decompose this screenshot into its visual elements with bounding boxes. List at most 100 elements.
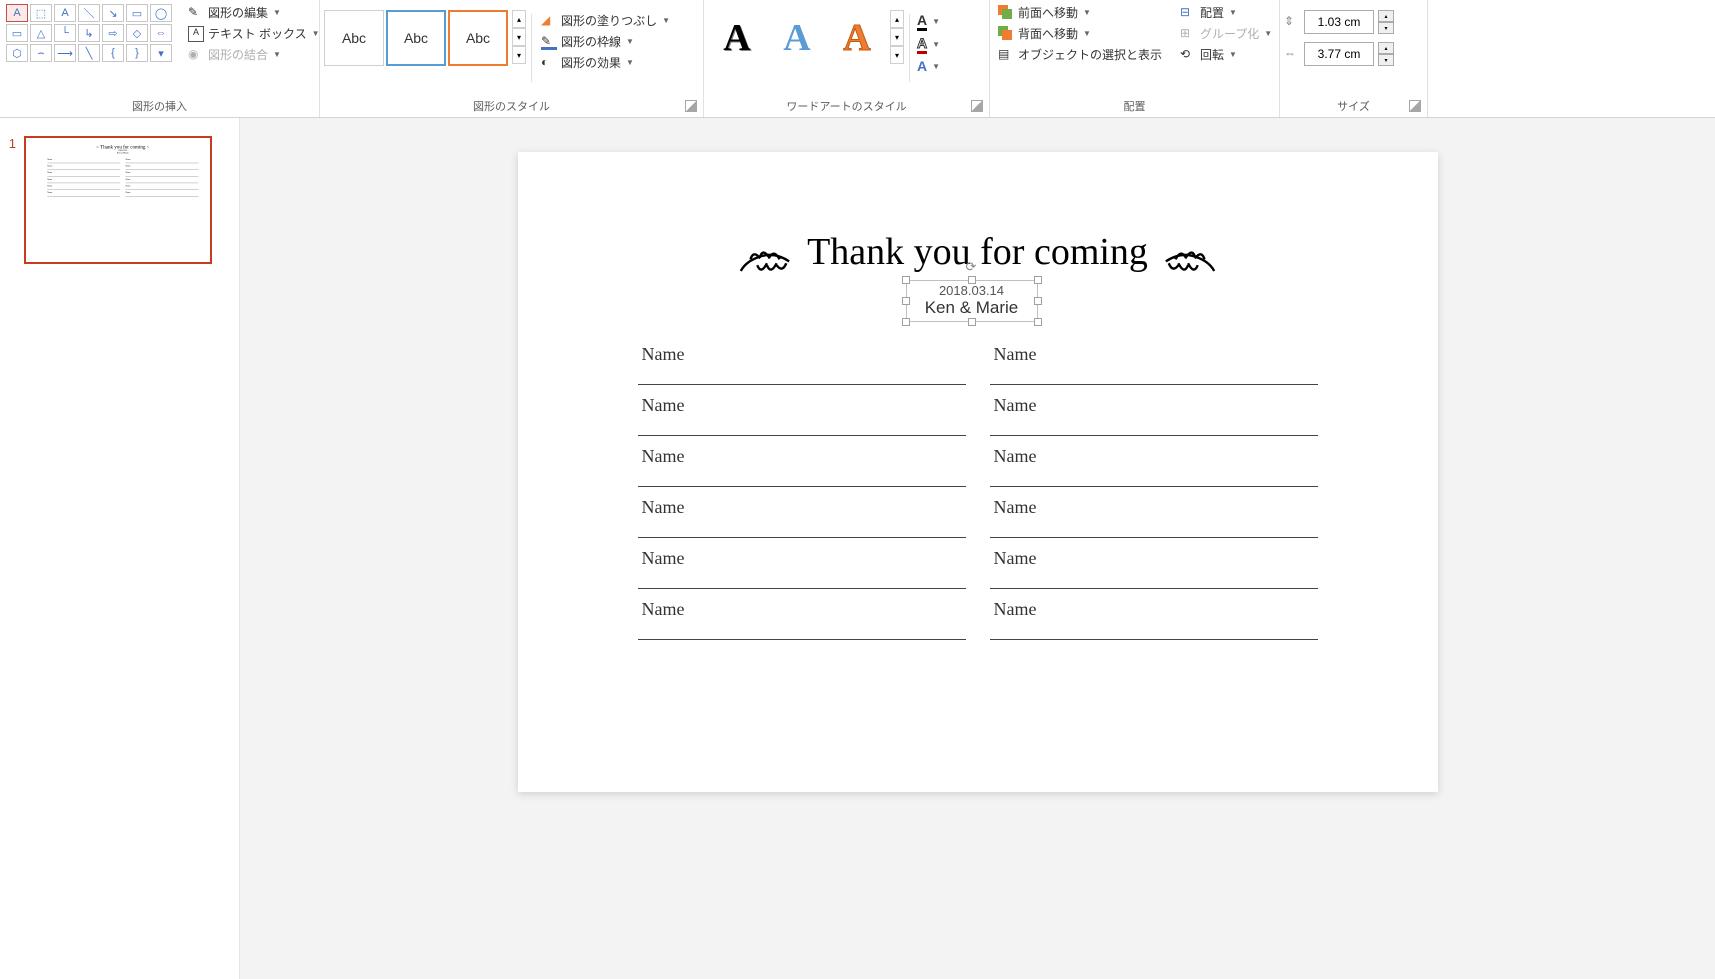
shape-outline-button[interactable]: ✎ 図形の枠線 ▼ [537, 31, 674, 52]
width-input[interactable] [1304, 42, 1374, 66]
group-button: ⊞ グループ化 ▼ [1176, 23, 1276, 44]
text-box-button[interactable]: A テキスト ボックス ▼ [184, 23, 324, 44]
gallery-up-button[interactable]: ▴ [512, 10, 526, 28]
chevron-down-icon: ▼ [932, 40, 940, 49]
shape-fill-button[interactable]: ◢ 図形の塗りつぶし ▼ [537, 10, 674, 31]
shape-rect2-icon[interactable]: ▭ [6, 24, 28, 42]
width-down-button[interactable]: ▾ [1378, 54, 1394, 66]
wordart-more-button[interactable]: ▾ [890, 46, 904, 64]
resize-handle-tl[interactable] [902, 276, 910, 284]
wordart-style-1[interactable]: A [708, 10, 766, 66]
signature-line [638, 365, 966, 385]
ribbon: A ⬚ A ＼ ↘ ▭ ◯ ▭ △ └ ↳ ⇨ ◇ ⇔ [0, 0, 1715, 118]
shape-oval-icon[interactable]: ◯ [150, 4, 172, 22]
name-label: Name [990, 446, 1318, 467]
merge-shapes-icon: ◉ [188, 47, 204, 63]
main-area: 1 ~ Thank you for coming ~ 2018.03.14 Ke… [0, 118, 1715, 979]
shape-style-2[interactable]: Abc [386, 10, 446, 66]
ribbon-group-arrange: 前面へ移動 ▼ 背面へ移動 ▼ ▤ オブジェクトの選択と表示 ⊟ 配置 [990, 0, 1280, 117]
resize-handle-ml[interactable] [902, 297, 910, 305]
gallery-down-button[interactable]: ▾ [512, 28, 526, 46]
shape-textbox-icon[interactable]: A [6, 4, 28, 22]
gallery-more-button[interactable]: ▾ [512, 46, 526, 64]
align-button[interactable]: ⊟ 配置 ▼ [1176, 2, 1276, 23]
dialog-launcher-shape-styles[interactable] [685, 100, 697, 112]
leaf-left-icon [736, 242, 794, 281]
effects-icon: ◐ [541, 55, 557, 71]
edit-shape-button[interactable]: ✎ 図形の編集 ▼ [184, 2, 324, 23]
shape-triangle-icon[interactable]: △ [30, 24, 52, 42]
resize-handle-mr[interactable] [1034, 297, 1042, 305]
text-effects-button[interactable]: A ▼ [915, 56, 942, 76]
shape-gallery-more-icon[interactable]: ▾ [150, 44, 172, 62]
shape-effects-button[interactable]: ◐ 図形の効果 ▼ [537, 52, 674, 73]
dialog-launcher-wordart[interactable] [971, 100, 983, 112]
wordart-style-2[interactable]: A [768, 10, 826, 66]
shape-line-icon[interactable]: ＼ [78, 4, 100, 22]
chevron-down-icon: ▼ [626, 58, 634, 67]
chevron-down-icon: ▼ [626, 37, 634, 46]
shape-double-arrow-icon[interactable]: ⇔ [150, 24, 172, 42]
rotate-button[interactable]: ⟲ 回転 ▼ [1176, 44, 1276, 65]
shape-curve-icon[interactable]: ╲ [78, 44, 100, 62]
merge-shapes-button: ◉ 図形の結合 ▼ [184, 44, 324, 65]
send-backward-button[interactable]: 背面へ移動 ▼ [994, 23, 1166, 44]
shape-arc-icon[interactable]: ⌢ [30, 44, 52, 62]
slide-date: 2018.03.14 [907, 283, 1037, 298]
resize-handle-bl[interactable] [902, 318, 910, 326]
wordart-up-button[interactable]: ▴ [890, 10, 904, 28]
selection-pane-button[interactable]: ▤ オブジェクトの選択と表示 [994, 44, 1166, 65]
shape-textbox-vertical-icon[interactable]: ⬚ [30, 4, 52, 22]
rotate-handle-icon[interactable]: ⟳ [966, 259, 977, 275]
signature-line [990, 620, 1318, 640]
pen-icon: ✎ [541, 34, 557, 50]
shape-rect-icon[interactable]: ▭ [126, 4, 148, 22]
shape-brace-left-icon[interactable]: { [102, 44, 124, 62]
bring-forward-button[interactable]: 前面へ移動 ▼ [994, 2, 1166, 23]
name-label: Name [638, 548, 966, 569]
height-icon: ⇕ [1284, 14, 1300, 30]
chevron-down-icon: ▼ [1083, 8, 1091, 17]
resize-handle-bm[interactable] [968, 318, 976, 326]
ribbon-group-wordart-styles: A A A ▴ ▾ ▾ A ▼ A ▼ A ▼ [704, 0, 990, 117]
group-label-arrange: 配置 [994, 95, 1275, 117]
shape-connector-icon[interactable]: └ [54, 24, 76, 42]
shape-brace-right-icon[interactable]: } [126, 44, 148, 62]
wordart-down-button[interactable]: ▾ [890, 28, 904, 46]
slide-number: 1 [4, 136, 16, 264]
shape-style-3[interactable]: Abc [448, 10, 508, 66]
width-up-button[interactable]: ▴ [1378, 42, 1394, 54]
name-label: Name [990, 599, 1318, 620]
dialog-launcher-size[interactable] [1409, 100, 1421, 112]
slide-title: Thank you for coming [807, 230, 1148, 274]
shape-freeform-icon[interactable]: ⬡ [6, 44, 28, 62]
height-down-button[interactable]: ▾ [1378, 22, 1394, 34]
slide-thumbnail-1[interactable]: ~ Thank you for coming ~ 2018.03.14 Ken … [24, 136, 212, 264]
chevron-down-icon: ▼ [1083, 29, 1091, 38]
slide[interactable]: Thank you for coming ⟳ 2018.03.14 Ken & … [518, 152, 1438, 792]
slide-canvas-area[interactable]: Thank you for coming ⟳ 2018.03.14 Ken & … [240, 118, 1715, 979]
shape-arrow-right-icon[interactable]: ⇨ [102, 24, 124, 42]
resize-handle-tr[interactable] [1034, 276, 1042, 284]
shape-textbox2-icon[interactable]: A [54, 4, 76, 22]
signature-line [638, 620, 966, 640]
resize-handle-tm[interactable] [968, 276, 976, 284]
resize-handle-br[interactable] [1034, 318, 1042, 326]
selected-text-box[interactable]: ⟳ 2018.03.14 Ken & Marie [906, 280, 1038, 322]
name-column-left: Name Name Name Name Name Name [638, 344, 966, 650]
text-fill-button[interactable]: A ▼ [915, 10, 942, 33]
shape-elbow-icon[interactable]: ↳ [78, 24, 100, 42]
chevron-down-icon: ▼ [312, 29, 320, 38]
width-icon: ⇔ [1284, 46, 1300, 62]
wordart-style-3[interactable]: A [828, 10, 886, 66]
shape-diamond-icon[interactable]: ◇ [126, 24, 148, 42]
text-outline-button[interactable]: A ▼ [915, 33, 942, 56]
shape-style-1[interactable]: Abc [324, 10, 384, 66]
name-label: Name [638, 446, 966, 467]
slide-header: Thank you for coming [518, 230, 1438, 280]
shape-line2-icon[interactable]: ⟶ [54, 44, 76, 62]
height-up-button[interactable]: ▴ [1378, 10, 1394, 22]
name-label: Name [638, 497, 966, 518]
shape-arrow-line-icon[interactable]: ↘ [102, 4, 124, 22]
height-input[interactable] [1304, 10, 1374, 34]
